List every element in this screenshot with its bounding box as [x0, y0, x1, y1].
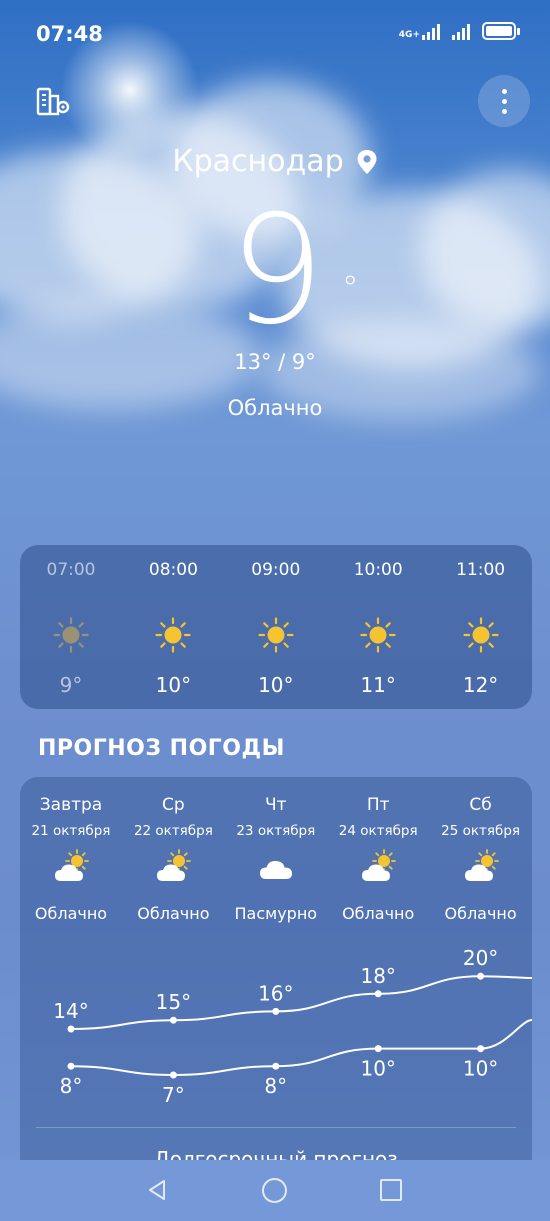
low-temperature-label: 10° [463, 1057, 498, 1081]
status-time: 07:48 [36, 22, 103, 46]
signal-icon [452, 22, 470, 40]
day-condition: Облачно [137, 904, 210, 923]
low-temperature-label: 10° [360, 1057, 395, 1081]
low-temperature-point [67, 1062, 75, 1070]
high-temperature-point [477, 972, 485, 980]
daily-forecast-card[interactable]: 14° 15° 16° 18° 20° 8° 7° 8° 10° 10° Завтра 21 ок… [20, 777, 532, 1177]
high-temperature-point [374, 990, 382, 998]
more-options-button[interactable] [478, 75, 530, 127]
low-temperature-point [169, 1071, 177, 1079]
home-icon[interactable] [262, 1178, 287, 1203]
forecast-title: ПРОГНОЗ ПОГОДЫ [38, 736, 285, 761]
low-temperature-point [477, 1045, 485, 1053]
hourly-time: 09:00 [251, 560, 301, 580]
hourly-time: 10:00 [353, 560, 403, 580]
divider [36, 1127, 516, 1128]
current-temperature: 9 [229, 184, 324, 358]
current-condition: Облачно [227, 396, 323, 420]
low-temperature-label: 7° [162, 1083, 185, 1107]
high-temperature-label: 14° [53, 999, 88, 1023]
high-temperature-label: 16° [258, 981, 293, 1005]
hourly-time: 08:00 [148, 560, 198, 580]
hourly-temp: 10° [155, 673, 192, 697]
sun-icon [360, 617, 396, 653]
day-condition: Облачно [34, 904, 108, 923]
day-date: 24 октября [338, 823, 418, 839]
back-icon[interactable] [145, 1178, 169, 1202]
signal-4g-icon: 4G+ [399, 22, 440, 40]
high-temperature-line [70, 975, 532, 1030]
high-temperature-point [169, 1016, 177, 1024]
location-header[interactable]: Краснодар [0, 144, 550, 179]
sun-icon [258, 617, 294, 653]
day-date: 22 октября [133, 823, 213, 839]
low-temperature-point [374, 1045, 382, 1053]
partly-cloudy-icon [155, 849, 193, 885]
cloud-icon [258, 849, 296, 885]
partly-cloudy-icon [53, 849, 91, 885]
city-name: Краснодар [172, 144, 344, 179]
low-temperature-point [272, 1062, 280, 1070]
city-manage-icon[interactable] [36, 86, 72, 118]
sun-icon [155, 617, 191, 653]
day-name: Ср [162, 795, 185, 815]
sun-icon [462, 617, 499, 653]
high-temperature-label: 15° [156, 990, 191, 1014]
day-condition: Пасмурно [234, 904, 318, 923]
day-date: 21 октября [31, 823, 111, 839]
day-name: Завтра [39, 795, 103, 815]
hourly-temp: 11° [360, 673, 396, 697]
degree-symbol: ° [341, 269, 359, 309]
hourly-temp: 10° [258, 673, 294, 697]
hourly-time: 11:00 [456, 560, 506, 580]
low-temperature-label: 8° [264, 1074, 287, 1098]
high-temperature-point [272, 1007, 280, 1015]
hourly-temp: 9° [59, 673, 83, 697]
day-condition: Облачно [342, 904, 415, 923]
navigation-bar [0, 1160, 550, 1221]
high-temperature-label: 20° [463, 946, 498, 970]
hourly-forecast-card[interactable]: 07:00 9° 08:00 10° 09:00 10° 10:00 11° 11:00… [20, 545, 532, 709]
low-temperature-label: 8° [60, 1074, 83, 1098]
day-name: Сб [469, 795, 492, 815]
hourly-temp: 12° [462, 673, 499, 697]
day-name: Пт [366, 795, 390, 815]
hourly-time: 07:00 [46, 560, 96, 580]
battery-icon [482, 22, 520, 40]
current-temperature-block: 9 ° [0, 196, 550, 346]
partly-cloudy-icon [360, 849, 398, 885]
status-icons: 4G+ [399, 22, 520, 40]
status-bar: 07:48 4G+ [0, 0, 550, 70]
temperature-range: 13° / 9° [234, 350, 316, 374]
more-vertical-icon [501, 88, 507, 94]
recent-apps-icon[interactable] [380, 1179, 402, 1201]
day-name: Чт [265, 795, 287, 815]
location-pin-icon [357, 149, 377, 174]
high-temperature-point [67, 1025, 75, 1033]
day-date: 23 октября [236, 823, 316, 839]
day-date: 25 октября [441, 823, 521, 839]
sun-icon [53, 617, 89, 653]
partly-cloudy-icon [463, 849, 501, 885]
day-condition: Облачно [444, 904, 517, 923]
high-temperature-label: 18° [360, 964, 395, 988]
